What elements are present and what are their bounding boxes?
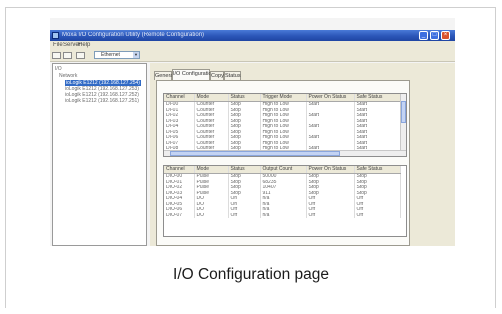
dio-channel-grid[interactable]: Channel Mode Status Output Count Power On St…	[163, 165, 407, 237]
tree-root[interactable]: I/O	[55, 66, 62, 72]
chevron-down-icon[interactable]: ▼	[133, 52, 139, 58]
scroll-thumb[interactable]	[170, 151, 340, 156]
menu-file[interactable]: File	[53, 41, 63, 50]
column-header[interactable]: Power On Status	[306, 94, 355, 102]
table-cell: DIO-07	[164, 212, 195, 218]
scroll-thumb[interactable]	[401, 101, 406, 123]
column-header[interactable]: Status	[228, 94, 261, 102]
io-configuration-page: Channel Mode Status Trigger Mode Power On St…	[156, 80, 410, 246]
search-server-button[interactable]	[52, 52, 61, 59]
column-header[interactable]: Channel	[164, 94, 195, 102]
table-row[interactable]: DIO-07 DO Off n/a Off Off	[164, 212, 401, 218]
window-titlebar[interactable]: Moxa I/O Configuration Utility (Remote C…	[50, 30, 455, 41]
tab-general[interactable]: General	[154, 71, 175, 80]
di-grid-vertical-scrollbar[interactable]	[400, 94, 406, 156]
refresh-button[interactable]	[76, 52, 85, 59]
toolbar: Ethernet ▼	[50, 50, 455, 62]
minimize-button[interactable]: _	[419, 31, 428, 40]
table-cell: Off	[306, 212, 355, 218]
column-header[interactable]: Trigger Mode	[260, 94, 307, 102]
di-channel-grid[interactable]: Channel Mode Status Trigger Mode Power On St…	[163, 93, 407, 157]
column-header[interactable]: Status	[228, 166, 261, 174]
interface-select-value: Ethernet	[101, 52, 120, 58]
menu-help[interactable]: Help	[78, 41, 90, 50]
app-icon	[52, 32, 59, 39]
stop-search-button[interactable]	[63, 52, 72, 59]
column-header[interactable]: Mode	[194, 166, 229, 174]
table-cell: Off	[228, 212, 261, 218]
column-header[interactable]: Safe Status	[354, 166, 401, 174]
column-header[interactable]: Output Count	[260, 166, 307, 174]
close-button[interactable]: ×	[441, 31, 450, 40]
figure-caption: I/O Configuration page	[173, 266, 329, 283]
maximize-button[interactable]: □	[430, 31, 439, 40]
tree-group-network[interactable]: Network	[59, 73, 77, 79]
column-header[interactable]: Channel	[164, 166, 195, 174]
menubar: File Server Help	[50, 41, 455, 50]
table-cell: n/a	[260, 212, 307, 218]
window-title: Moxa I/O Configuration Utility (Remote C…	[62, 32, 205, 38]
tab-status[interactable]: Status	[224, 71, 241, 80]
config-panel: General I/O Configuration Copy Status Ch…	[150, 63, 455, 246]
tab-copy[interactable]: Copy	[210, 71, 224, 80]
tree-device-item[interactable]: ioLogik E1212 (192.168.127.251)	[65, 98, 139, 104]
table-cell: Off	[354, 212, 401, 218]
screenshot: Moxa I/O Configuration Utility (Remote C…	[50, 18, 455, 246]
column-header[interactable]: Mode	[194, 94, 229, 102]
table-cell: DO	[194, 212, 229, 218]
server-tree[interactable]: I/O Network ioLogik E1212 (192.168.127.2…	[52, 63, 147, 246]
interface-select[interactable]: Ethernet ▼	[94, 51, 140, 59]
column-header[interactable]: Power On Status	[306, 166, 355, 174]
di-grid-horizontal-scrollbar[interactable]	[164, 150, 406, 156]
column-header[interactable]: Safe Status	[354, 94, 401, 102]
